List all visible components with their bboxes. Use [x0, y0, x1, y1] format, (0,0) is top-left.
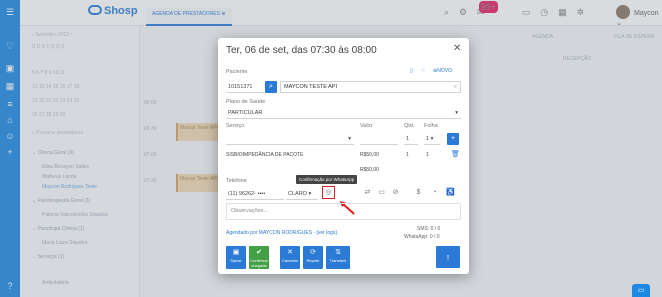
- modal-title: Ter, 06 de set, das 07:30 às 08:00: [226, 45, 377, 56]
- message-icon[interactable]: ⇄: [362, 187, 373, 198]
- check-icon: ✔: [256, 249, 262, 256]
- health-plan-select[interactable]: PARTICULAR ▾: [226, 107, 461, 119]
- service-qty: 1: [406, 152, 409, 158]
- service-name: SISBIOIMPEDÂNCIA DE PACOTE: [226, 152, 304, 158]
- chevron-down-icon: ▾: [455, 110, 458, 116]
- qty-input[interactable]: 1: [404, 133, 418, 145]
- patient-name-field[interactable]: MAYCON TESTE API ⌕: [280, 81, 461, 93]
- search-patient-button[interactable]: ⌕: [265, 81, 277, 93]
- patient-id-field[interactable]: 10151371: [226, 81, 264, 93]
- health-plan-label: Plano de Saúde: [226, 99, 266, 105]
- save-button[interactable]: ▣ Salvar: [226, 246, 246, 269]
- add-service-button[interactable]: +: [447, 133, 459, 145]
- transfer-button[interactable]: ⇅ Transferir: [326, 246, 350, 269]
- highlight-box: [322, 186, 335, 199]
- carrier-select[interactable]: CLARO ▾: [286, 188, 318, 200]
- value-label: Valor: [360, 123, 373, 129]
- sms-count: SMS: 0 / 0: [417, 226, 441, 232]
- service-folha: 1: [426, 152, 429, 158]
- confirm-arrival-button[interactable]: ✔ Confirmar chegada: [249, 246, 269, 269]
- folha-select[interactable]: 1 ▾: [424, 133, 440, 145]
- phone-input[interactable]: (11) 96262- ••••: [226, 188, 284, 200]
- close-icon[interactable]: ✕: [453, 43, 653, 54]
- qty-label: Qtd.: [404, 123, 415, 129]
- patient-label: Paciente: [226, 69, 248, 75]
- timer-icon[interactable]: ◔: [429, 187, 440, 198]
- service-value: R$50,00: [360, 152, 379, 158]
- close-icon: ✕: [287, 249, 293, 256]
- phone-icon[interactable]: ▯: [410, 68, 413, 74]
- whatsapp-tooltip: Confirmação por WhatsApp: [296, 175, 358, 184]
- trash-icon[interactable]: 🗑: [451, 150, 460, 158]
- phone-label: Telefone: [226, 178, 247, 184]
- view-logs-link[interactable]: [ver logs]: [317, 230, 337, 236]
- service-label: Serviço: [226, 123, 245, 129]
- total-value: R$50,00: [360, 167, 379, 173]
- chat-widget-button[interactable]: ▭: [632, 284, 650, 297]
- repeat-icon: ⟳: [310, 249, 316, 256]
- scroll-top-button[interactable]: ↑: [436, 246, 460, 268]
- cancel-button[interactable]: ✕ Cancelar: [280, 246, 300, 269]
- chat-bubble-icon[interactable]: ▭: [376, 187, 387, 198]
- notes-textarea[interactable]: Observações...: [226, 203, 461, 220]
- search-icon: ⌕: [453, 84, 457, 90]
- save-icon: ▣: [232, 249, 240, 256]
- block-icon[interactable]: ⊘: [390, 187, 401, 198]
- value-input[interactable]: [360, 133, 398, 145]
- service-select[interactable]: ▾: [226, 133, 354, 145]
- heart-outline-icon[interactable]: ♡: [421, 68, 425, 74]
- accessibility-icon[interactable]: ♿: [445, 187, 456, 198]
- chevron-down-icon: ▾: [348, 136, 351, 142]
- whatsapp-count: WhatsApp: 0 / 0: [404, 234, 440, 240]
- scheduled-by-text: Agendado por MAYCON RODRIGUES · [ver log…: [226, 230, 337, 236]
- repeat-button[interactable]: ⟳ Repetir: [303, 246, 323, 269]
- transfer-icon: ⇅: [335, 249, 341, 256]
- folha-label: Folha: [424, 123, 438, 129]
- dollar-icon[interactable]: $: [413, 187, 424, 198]
- new-patient-button[interactable]: ⊕NOVO: [433, 68, 452, 74]
